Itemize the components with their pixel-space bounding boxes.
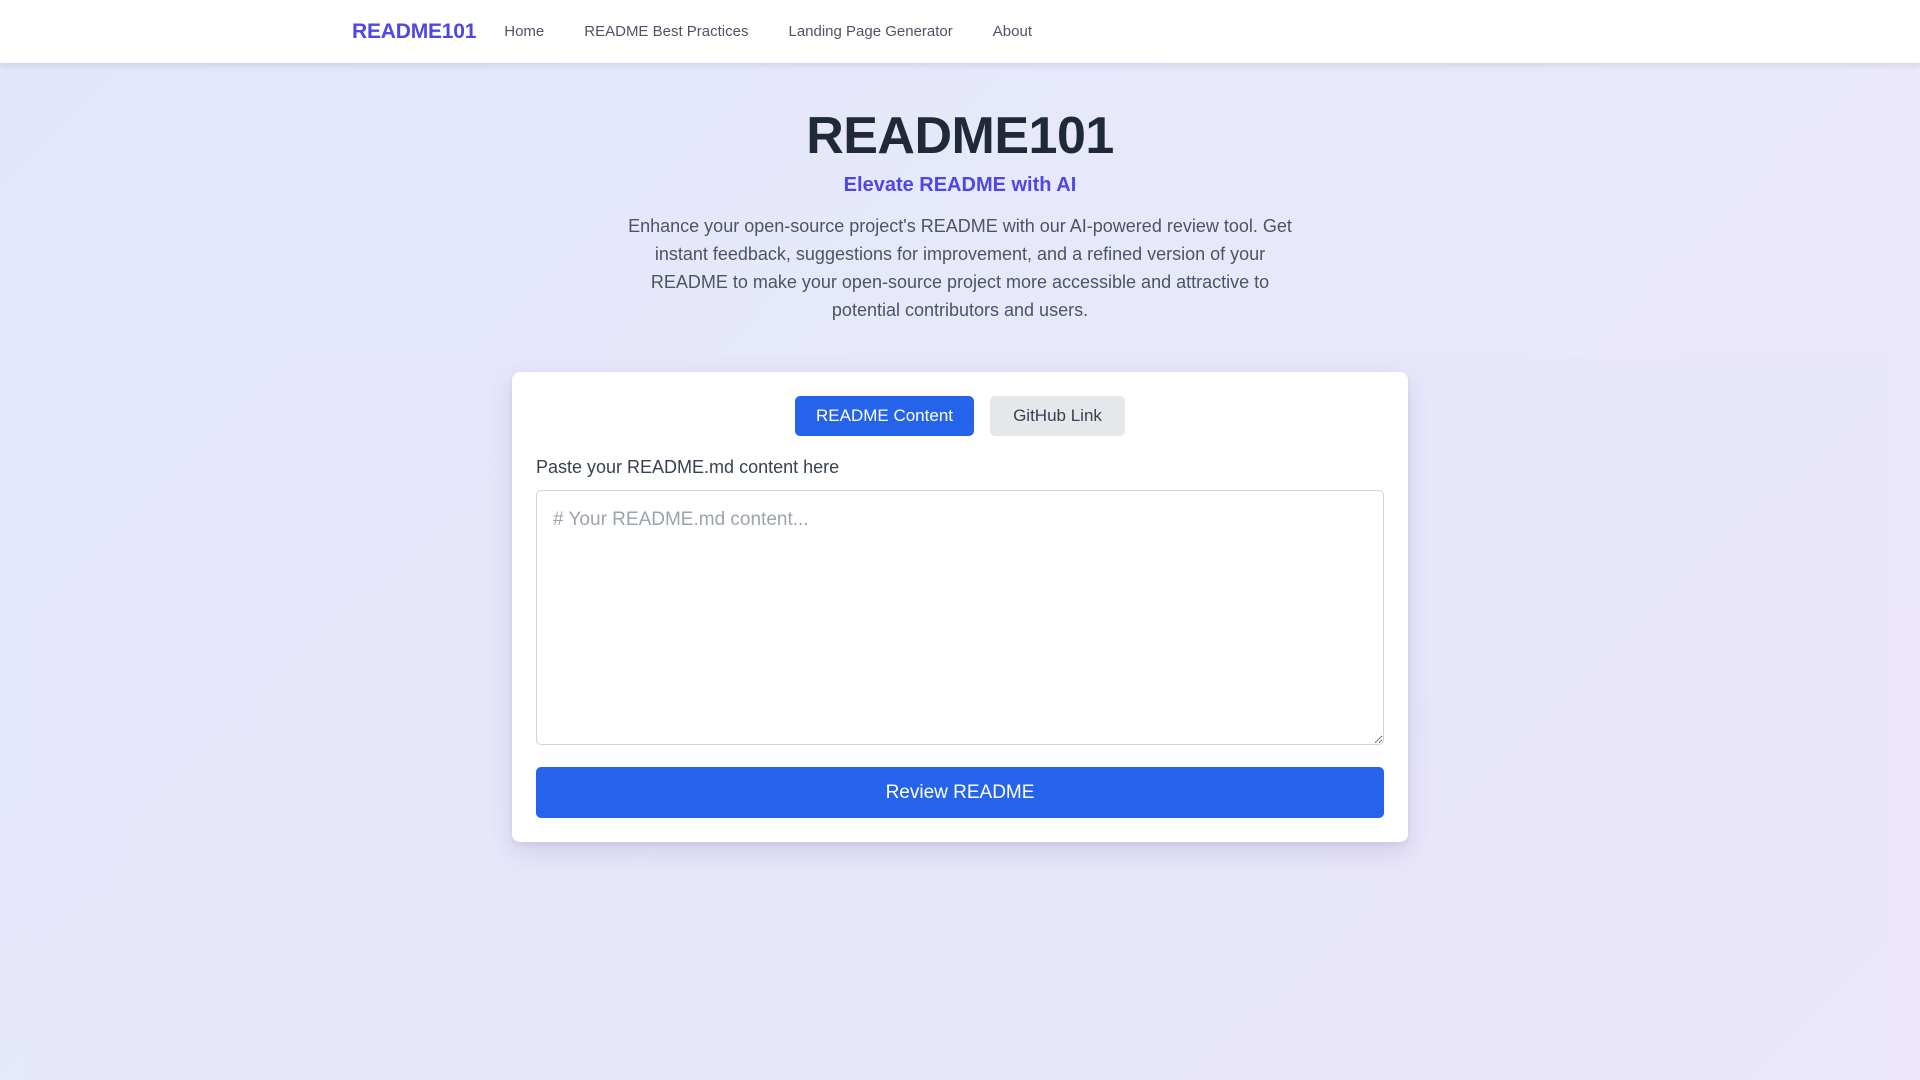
tab-readme-content[interactable]: README Content: [795, 396, 974, 436]
top-navbar: README101 Home README Best Practices Lan…: [0, 0, 1920, 63]
tab-github-link[interactable]: GitHub Link: [990, 396, 1125, 436]
readme-content-textarea[interactable]: [536, 490, 1384, 745]
nav-link-readme-best-practices[interactable]: README Best Practices: [584, 23, 748, 40]
review-readme-button[interactable]: Review README: [536, 767, 1384, 818]
nav-link-home[interactable]: Home: [504, 23, 544, 40]
page-title: README101: [806, 107, 1114, 165]
hero-section: README101 Elevate README with AI Enhance…: [0, 104, 1920, 324]
input-mode-tabs: README Content GitHub Link: [536, 396, 1384, 436]
brand-logo-link[interactable]: README101: [352, 20, 476, 44]
review-form-card: README Content GitHub Link Paste your RE…: [512, 372, 1408, 842]
page-description: Enhance your open-source project's READM…: [628, 216, 1292, 320]
readme-content-label: Paste your README.md content here: [536, 457, 840, 477]
nav-link-about[interactable]: About: [993, 23, 1032, 40]
page-subtitle: Elevate README with AI: [843, 174, 1077, 196]
nav-link-landing-page-generator[interactable]: Landing Page Generator: [788, 23, 952, 40]
